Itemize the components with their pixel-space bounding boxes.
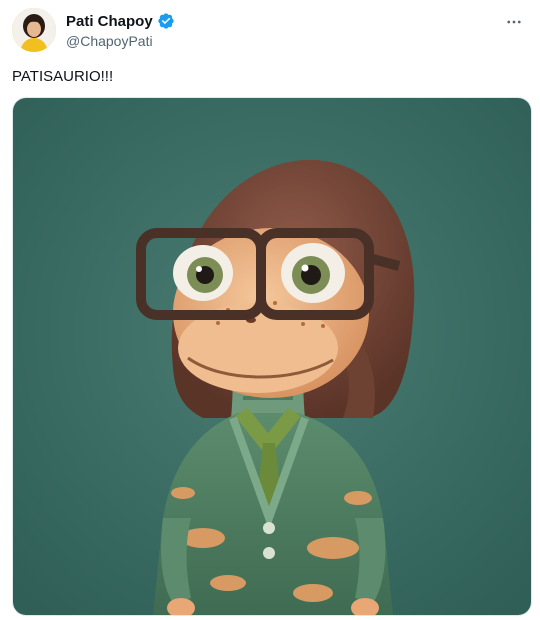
verified-badge-icon [157, 12, 175, 30]
more-options-button[interactable] [502, 10, 526, 34]
dinosaur-illustration [13, 98, 531, 615]
author-name-row: Pati Chapoy [66, 12, 175, 30]
tweet-text: PATISAURIO!!! [12, 68, 114, 85]
more-horizontal-icon [507, 20, 521, 24]
author-display-name[interactable]: Pati Chapoy [66, 13, 153, 30]
author-handle[interactable]: @ChapoyPati [66, 33, 153, 49]
tweet-image[interactable] [12, 97, 532, 616]
profile-photo-icon [12, 8, 56, 52]
author-avatar[interactable] [12, 8, 56, 52]
